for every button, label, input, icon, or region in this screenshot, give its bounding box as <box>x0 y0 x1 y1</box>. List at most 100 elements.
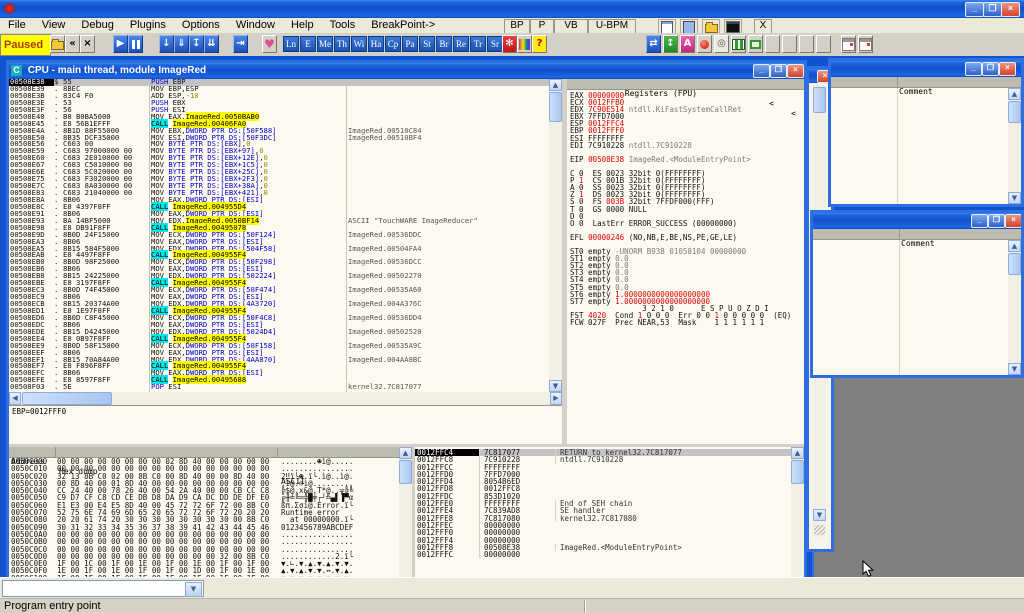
trace-spiral-icon[interactable]: ◎ <box>714 35 729 53</box>
stack-pane[interactable]: 0012FFC47C817077RETURN to kernel32.7C817… <box>415 447 791 577</box>
disasm-row[interactable]: 00508E3E.53PUSH EBX <box>9 100 549 107</box>
toolbar-wi-window-button[interactable]: Wi <box>351 36 367 52</box>
close-button[interactable]: × <box>1001 2 1020 17</box>
menu-item-window[interactable]: Window <box>228 18 283 33</box>
comment-column-header[interactable]: Comment <box>901 239 935 249</box>
stack-row[interactable]: 0012FFD80012FFC8 <box>415 485 791 492</box>
toolbar-br-window-button[interactable]: Br <box>436 36 452 52</box>
disasm-row[interactable]: 00508EF7.E8 F896F8FFCALL ImageRed.004955… <box>9 363 549 370</box>
minimize-button[interactable]: _ <box>965 2 984 17</box>
register-line[interactable]: EFL 00000246 (NO,NB,E,BE,NS,PE,GE,LE) <box>567 234 804 241</box>
restore-button[interactable]: ❐ <box>983 2 1002 17</box>
stack-row[interactable]: 0012FFCCFFFFFFFF <box>415 464 791 471</box>
restart-icon[interactable]: « <box>65 35 80 53</box>
scroll-up-icon[interactable]: ▲ <box>549 79 562 91</box>
options-gear-icon[interactable]: ✻ <box>502 35 517 53</box>
appearance-icon[interactable] <box>517 35 532 53</box>
maximize-icon[interactable]: ❐ <box>982 62 999 76</box>
register-line[interactable]: T 0 GS 0000 NULL <box>567 206 804 213</box>
disassembly-pane[interactable]: 00508E38$55PUSH EBP00508E39.8BECMOV EBP,… <box>9 79 549 392</box>
run-trace-icon[interactable] <box>731 35 746 53</box>
close-program-icon[interactable]: × <box>80 35 95 53</box>
comment-column-header[interactable]: Comment <box>899 87 933 97</box>
main-title-bar[interactable]: ✺ _ ❐ × <box>0 0 1024 18</box>
info-pane[interactable]: EBP=0012FFF0 <box>9 405 562 445</box>
scroll-down-icon[interactable]: ▼ <box>1008 363 1021 375</box>
toolbar-th-window-button[interactable]: Th <box>334 36 350 52</box>
register-line[interactable]: O 0 LastErr ERROR_SUCCESS (00000000) <box>567 220 804 227</box>
stack-row[interactable]: 0012FFFC00000000 <box>415 551 791 558</box>
toolbar-me-window-button[interactable]: Me <box>317 36 333 52</box>
pane-layout2-icon[interactable] <box>858 35 873 53</box>
scroll-up-icon[interactable]: ▲ <box>791 447 804 459</box>
scroll-down-icon[interactable]: ▼ <box>813 509 826 521</box>
disasm-row[interactable]: 00508F03.5EPOP ESIkernel32.7C817077 <box>9 384 549 391</box>
scroll-left-icon[interactable]: ◀ <box>9 392 21 405</box>
close-icon[interactable]: × <box>999 62 1016 76</box>
stack-vscrollbar[interactable]: ▲ <box>791 447 804 577</box>
minimize-icon[interactable]: _ <box>965 62 982 76</box>
toolbar-blank-button[interactable] <box>765 35 780 53</box>
disasm-row[interactable]: 00508ED6.8B0D C8F45000MOV ECX,DWORD PTR … <box>9 315 549 322</box>
menu-item-help[interactable]: Help <box>283 18 322 33</box>
close-icon[interactable]: × <box>787 64 804 78</box>
maximize-icon[interactable]: ❐ <box>988 214 1005 228</box>
toolbar-ha-window-button[interactable]: Ha <box>368 36 384 52</box>
toolbar-tr-window-button[interactable]: Tr <box>470 36 486 52</box>
minimize-icon[interactable]: _ <box>971 214 988 228</box>
scroll-down-icon[interactable]: ▼ <box>1008 192 1021 204</box>
stack-row[interactable]: 0012FFC87C910228ntdll.7C910228 <box>415 456 791 463</box>
scroll-up-icon[interactable]: ▲ <box>1008 88 1021 100</box>
scroll-down-icon[interactable]: ▼ <box>549 380 562 392</box>
menu-item-view[interactable]: View <box>34 18 74 33</box>
minimize-icon[interactable]: _ <box>753 64 770 78</box>
toolbar-blank-button[interactable] <box>816 35 831 53</box>
disasm-row[interactable]: 00508E3B.83C4 F0ADD ESP,-10 <box>9 93 549 100</box>
menu-item-tools[interactable]: Tools <box>322 18 364 33</box>
execute-till-return-icon[interactable]: ⇥ <box>233 35 248 53</box>
step-over-icon[interactable]: ⇓ <box>174 35 189 53</box>
scroll-up-icon[interactable]: ▲ <box>399 447 412 459</box>
toolbar-st-window-button[interactable]: St <box>419 36 435 52</box>
disasm-vscrollbar[interactable]: ▲ ▼ <box>549 79 562 392</box>
pane-arrow-icon[interactable]: < <box>791 109 796 119</box>
breakpoint-dot-icon[interactable] <box>697 35 712 53</box>
close-icon[interactable]: × <box>1005 214 1021 228</box>
toolbar-blank-button[interactable] <box>799 35 814 53</box>
stack-row[interactable]: 0012FFF000000000 <box>415 529 791 536</box>
stack-row[interactable]: 0012FFD48054B6ED <box>415 478 791 485</box>
cpu-window-title-bar[interactable]: C CPU - main thread, module ImageRed _ ❐… <box>9 63 804 79</box>
menu-item-debug[interactable]: Debug <box>73 18 121 33</box>
toolbar-blank-button[interactable] <box>782 35 797 53</box>
step-into-icon[interactable]: ↓ <box>159 35 174 53</box>
register-line[interactable]: EIP 00508E38 ImageRed.<ModuleEntryPoint> <box>567 156 804 163</box>
toolbar-cp-window-button[interactable]: Cp <box>385 36 401 52</box>
stack-row[interactable]: 0012FFF800508E38ImageRed.<ModuleEntryPoi… <box>415 544 791 551</box>
open-file-icon[interactable] <box>50 35 65 53</box>
swap-panes-icon[interactable]: ⇄ <box>646 35 661 53</box>
maximize-icon[interactable]: ❐ <box>770 64 787 78</box>
pane-arrow-icon[interactable]: < <box>769 99 774 109</box>
comment-window-1[interactable]: _ ❐ × Comment ▲ ▼ <box>828 58 1024 207</box>
registers-pane[interactable]: Registers (FPU) < < EAX 00000000ECX 0012… <box>567 79 804 444</box>
comment2-scrollbar[interactable]: ▲ ▼ <box>1008 240 1021 375</box>
dropdown-arrow-icon[interactable]: ▼ <box>185 582 202 597</box>
pause-icon[interactable] <box>128 35 143 53</box>
toolbar-e-window-button[interactable]: E <box>300 36 316 52</box>
toolbar-sr-window-button[interactable]: Sr <box>487 36 503 52</box>
disasm-row[interactable]: 00508EFE.E8 8597F8FFCALL ImageRed.004956… <box>9 377 549 384</box>
dump-vscrollbar[interactable]: ▲ <box>399 447 412 577</box>
comment1-scrollbar[interactable]: ▲ ▼ <box>1008 88 1021 204</box>
disasm-row[interactable]: 00508EB0.8B0D 98F25000MOV ECX,DWORD PTR … <box>9 259 549 266</box>
register-line[interactable]: EDI 7C910228 ntdll.7C910228 <box>567 142 804 149</box>
animate-into-icon[interactable]: ↧ <box>189 35 204 53</box>
run-icon[interactable]: ▶ <box>113 35 128 53</box>
stack-row[interactable]: 0012FFEC00000000 <box>415 522 791 529</box>
toolbar-pa-window-button[interactable]: Pa <box>402 36 418 52</box>
register-line[interactable]: FCW 027F Prec NEAR,53 Mask 1 1 1 1 1 1 <box>567 319 804 326</box>
disasm-hscrollbar[interactable]: ◀ ▶ <box>9 392 562 405</box>
log-window-icon[interactable] <box>748 35 763 53</box>
pane-layout-icon[interactable] <box>841 35 856 53</box>
menu-item-plugins[interactable]: Plugins <box>122 18 174 33</box>
dump-pane[interactable]: Address Hex dump ASCII 0050C00000 00 00 … <box>9 447 399 577</box>
